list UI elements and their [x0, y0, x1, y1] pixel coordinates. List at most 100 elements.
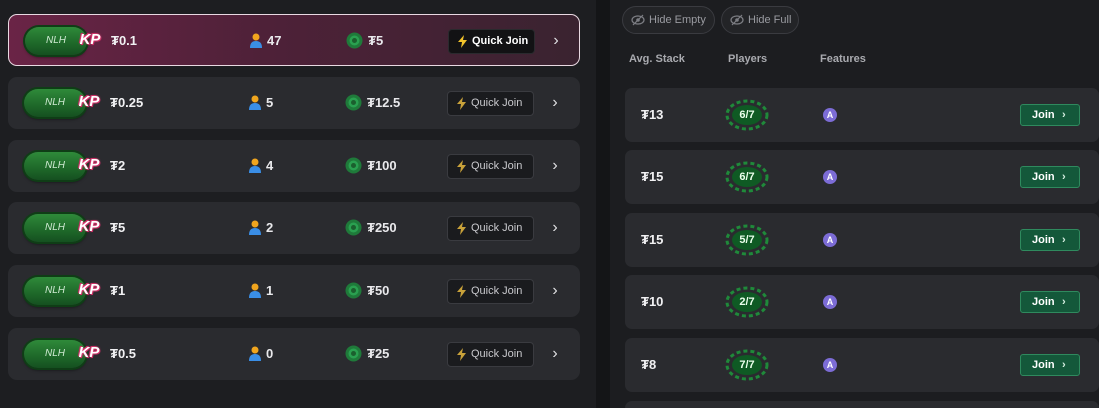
chip-icon	[345, 94, 362, 111]
table-row[interactable]: ₮8 7/7 A Join ›	[625, 338, 1099, 392]
brand-logo: KP	[78, 218, 100, 235]
brand-logo: KP	[78, 156, 100, 173]
stake-value: ₮2	[110, 158, 126, 173]
lightning-icon	[457, 97, 466, 110]
join-label: Join	[1032, 296, 1055, 308]
panel-divider	[596, 0, 610, 408]
brand-logo: KP	[78, 344, 100, 361]
stake-value: ₮0.25	[110, 95, 144, 110]
header-players[interactable]: Players	[728, 53, 767, 65]
brand-logo: KP	[78, 93, 100, 110]
chevron-right-icon: ›	[1062, 296, 1066, 308]
hide-empty-label: Hide Empty	[649, 14, 706, 26]
avg-stack-value: ₮15	[641, 232, 664, 247]
chevron-right-icon[interactable]: ›	[548, 328, 562, 380]
quick-join-label: Quick Join	[471, 285, 523, 297]
buyin-value: ₮12.5	[367, 95, 401, 110]
seats-occupied: 6/7	[739, 171, 755, 183]
player-icon	[249, 346, 261, 361]
stake-row[interactable]: NLH KP ₮2 4 ₮100 Quick Join ›	[8, 140, 580, 192]
brand-logo: KP	[79, 31, 101, 48]
stake-value: ₮0.1	[111, 33, 138, 48]
chevron-right-icon[interactable]: ›	[548, 202, 562, 254]
lightning-icon	[458, 35, 467, 48]
chevron-right-icon[interactable]: ›	[549, 15, 563, 67]
player-icon	[249, 95, 261, 110]
quick-join-button[interactable]: Quick Join	[447, 154, 534, 179]
lightning-icon	[457, 160, 466, 173]
chevron-right-icon: ›	[1062, 171, 1066, 183]
feature-badge: A	[823, 170, 837, 184]
feature-badge: A	[823, 108, 837, 122]
game-logo: NLH KP	[20, 87, 104, 119]
lightning-icon	[457, 285, 466, 298]
table-row[interactable]: ₮10 2/7 A Join ›	[625, 275, 1099, 329]
seats-occupied: 2/7	[739, 296, 755, 308]
join-label: Join	[1032, 234, 1055, 246]
join-button[interactable]: Join ›	[1020, 166, 1080, 188]
feature-badge: A	[823, 233, 837, 247]
player-count: 1	[266, 283, 274, 298]
chip-icon	[345, 219, 362, 236]
avg-stack-value: ₮8	[641, 357, 657, 372]
buyin-value: ₮250	[367, 220, 397, 235]
lightning-icon	[457, 348, 466, 361]
player-icon	[249, 158, 261, 173]
player-count: 47	[267, 33, 282, 48]
chevron-right-icon[interactable]: ›	[548, 77, 562, 129]
game-logo: NLH KP	[21, 25, 105, 57]
player-count: 4	[266, 158, 274, 173]
quick-join-button[interactable]: Quick Join	[447, 279, 534, 304]
seats-occupied: 7/7	[739, 359, 755, 371]
join-button[interactable]: Join ›	[1020, 229, 1080, 251]
chevron-right-icon[interactable]: ›	[548, 265, 562, 317]
stake-row[interactable]: NLH KP ₮5 2 ₮250 Quick Join ›	[8, 202, 580, 254]
eye-slash-icon	[631, 14, 645, 26]
stake-row[interactable]: NLH KP ₮1 1 ₮50 Quick Join ›	[8, 265, 580, 317]
feature-badge: A	[823, 358, 837, 372]
table-row[interactable]: ₮13 6/7 A Join ›	[625, 88, 1099, 142]
brand-logo: KP	[78, 281, 100, 298]
quick-join-button[interactable]: Quick Join	[448, 29, 535, 54]
avg-stack-value: ₮10	[641, 294, 664, 309]
header-avg-stack[interactable]: Avg. Stack	[629, 53, 685, 65]
table-row[interactable]	[625, 401, 1099, 408]
game-logo: NLH KP	[20, 275, 104, 307]
header-features[interactable]: Features	[820, 53, 866, 65]
quick-join-button[interactable]: Quick Join	[447, 342, 534, 367]
join-label: Join	[1032, 171, 1055, 183]
quick-join-button[interactable]: Quick Join	[447, 91, 534, 116]
quick-join-label: Quick Join	[471, 348, 523, 360]
game-logo: NLH KP	[20, 212, 104, 244]
seats-occupied: 5/7	[739, 234, 755, 246]
buyin-value: ₮100	[367, 158, 397, 173]
buyin-value: ₮25	[367, 346, 390, 361]
table-row[interactable]: ₮15 5/7 A Join ›	[625, 213, 1099, 267]
quick-join-button[interactable]: Quick Join	[447, 216, 534, 241]
quick-join-label: Quick Join	[471, 97, 523, 109]
join-label: Join	[1032, 109, 1055, 121]
buyin-value: ₮50	[367, 283, 390, 298]
feature-badge: A	[823, 295, 837, 309]
chip-icon	[345, 345, 362, 362]
stake-value: ₮1	[110, 283, 126, 298]
join-button[interactable]: Join ›	[1020, 291, 1080, 313]
stake-row[interactable]: NLH KP ₮0.5 0 ₮25 Quick Join ›	[8, 328, 580, 380]
seats-occupied: 6/7	[739, 109, 755, 121]
join-button[interactable]: Join ›	[1020, 354, 1080, 376]
join-button[interactable]: Join ›	[1020, 104, 1080, 126]
avg-stack-value: ₮13	[641, 107, 664, 122]
stake-row[interactable]: NLH KP ₮0.1 47 ₮5 Quick Join ›	[8, 14, 580, 66]
player-icon	[249, 283, 261, 298]
table-row[interactable]: ₮15 6/7 A Join ›	[625, 150, 1099, 204]
chevron-right-icon[interactable]: ›	[548, 140, 562, 192]
hide-full-toggle[interactable]: Hide Full	[721, 6, 799, 34]
player-icon	[250, 33, 262, 48]
player-count: 0	[266, 346, 274, 361]
lightning-icon	[457, 222, 466, 235]
avg-stack-value: ₮15	[641, 169, 664, 184]
player-count: 2	[266, 220, 274, 235]
hide-empty-toggle[interactable]: Hide Empty	[622, 6, 715, 34]
stake-row[interactable]: NLH KP ₮0.25 5 ₮12.5 Quick Join ›	[8, 77, 580, 129]
quick-join-label: Quick Join	[472, 35, 529, 47]
